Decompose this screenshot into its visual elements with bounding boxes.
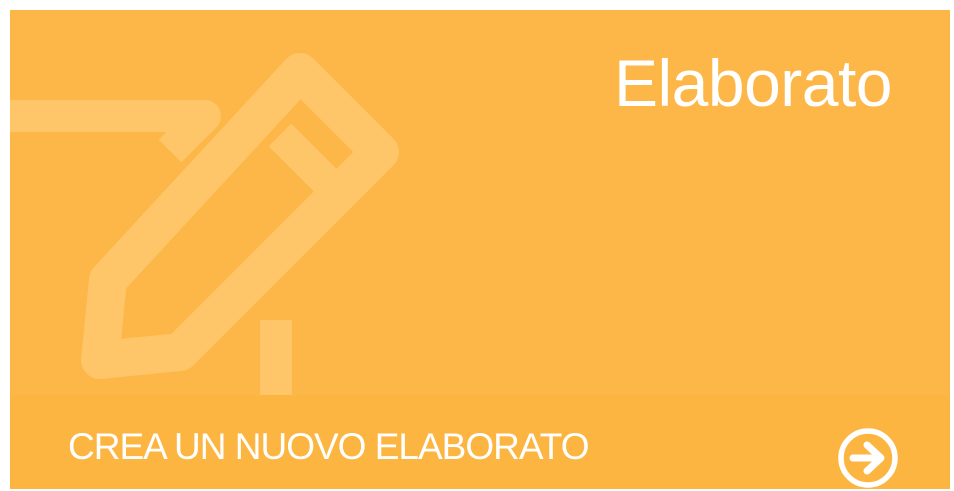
- create-new-elaborato-button[interactable]: CREA UN NUOVO ELABORATO: [10, 395, 950, 489]
- arrow-right-circle-icon[interactable]: [836, 426, 900, 489]
- cta-label: CREA UN NUOVO ELABORATO: [68, 426, 589, 467]
- pencil-icon: [10, 53, 399, 410]
- elaborato-card[interactable]: Elaborato CREA UN NUOVO ELABORATO: [10, 10, 950, 489]
- card-title: Elaborato: [613, 46, 893, 120]
